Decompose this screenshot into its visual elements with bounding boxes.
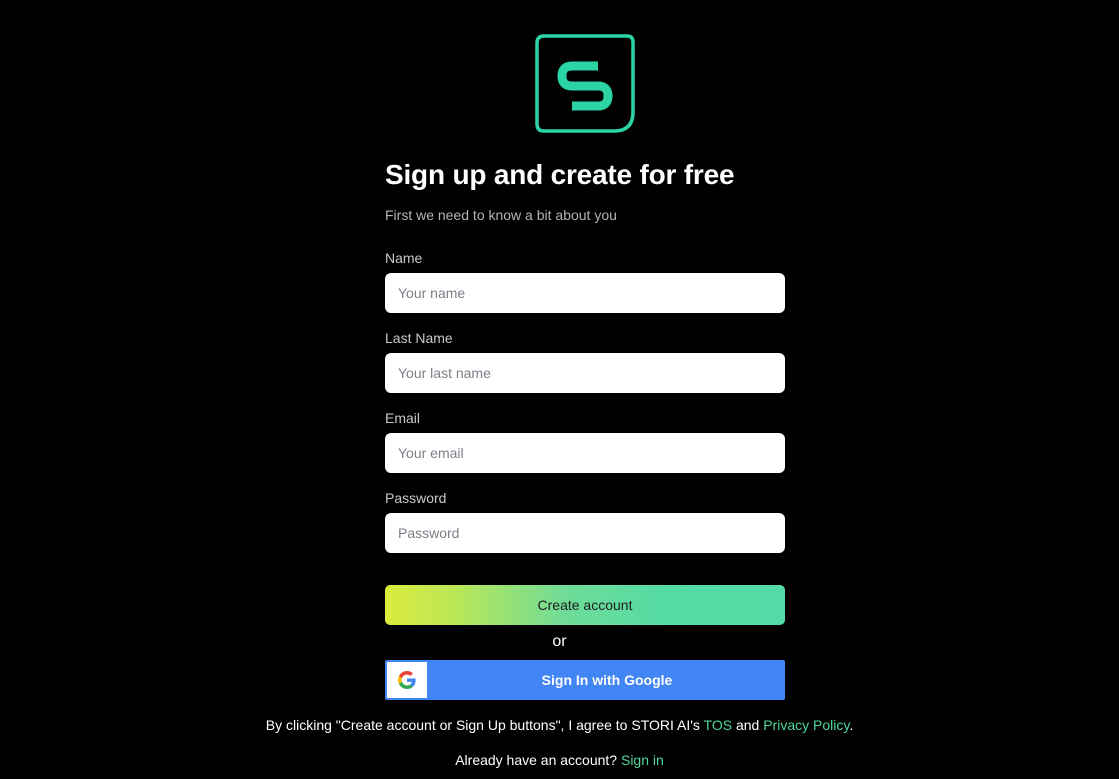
page-title: Sign up and create for free	[385, 159, 735, 190]
terms-text: By clicking "Create account or Sign Up b…	[0, 715, 1119, 735]
signup-page: Sign up and create for free First we nee…	[0, 0, 1119, 779]
name-label: Name	[385, 250, 423, 266]
google-signin-label: Sign In with Google	[541, 672, 673, 688]
name-input[interactable]	[385, 273, 785, 313]
email-input[interactable]	[385, 433, 785, 473]
tos-link[interactable]: TOS	[704, 717, 733, 733]
create-account-button[interactable]: Create account	[385, 585, 785, 625]
last-name-label: Last Name	[385, 330, 453, 346]
terms-and: and	[732, 717, 764, 733]
signin-prompt-text: Already have an account?	[455, 752, 621, 768]
terms-prefix: By clicking "Create account or Sign Up b…	[265, 717, 704, 733]
or-divider-text: or	[552, 633, 567, 650]
last-name-input[interactable]	[385, 353, 785, 393]
privacy-policy-link[interactable]: Privacy Policy	[763, 717, 849, 733]
stori-logo-icon	[535, 34, 635, 134]
google-signin-button[interactable]: Sign In with Google	[385, 660, 785, 700]
password-input[interactable]	[385, 513, 785, 553]
page-subtitle: First we need to know a bit about you	[385, 207, 617, 223]
terms-suffix: .	[849, 717, 854, 733]
password-label: Password	[385, 490, 447, 506]
signin-prompt: Already have an account? Sign in	[0, 750, 1119, 770]
sign-in-link[interactable]: Sign in	[621, 752, 664, 768]
email-label: Email	[385, 410, 421, 426]
google-g-icon	[398, 671, 416, 689]
google-icon-container	[387, 662, 427, 698]
